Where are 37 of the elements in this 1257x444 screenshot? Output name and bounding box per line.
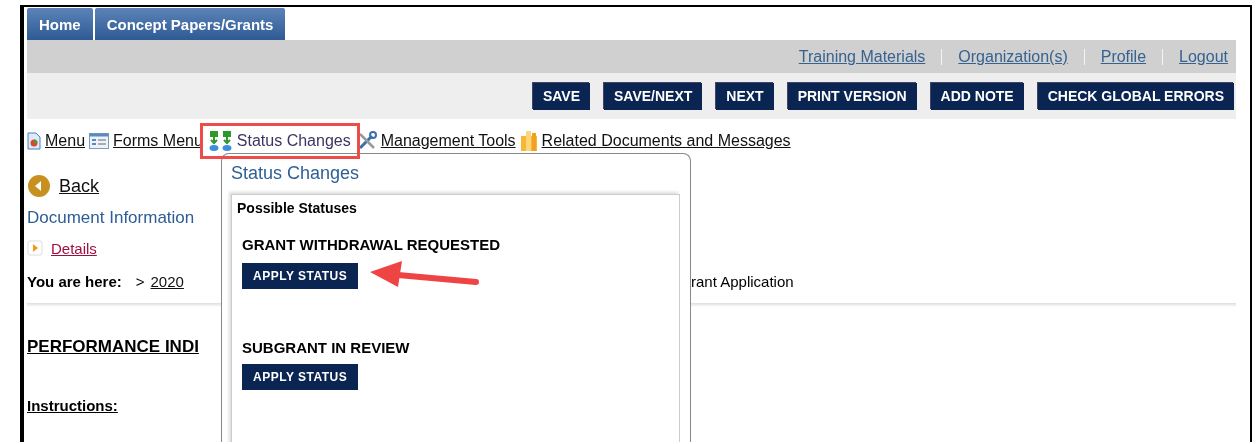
back-icon <box>27 174 51 198</box>
panel-heading: Possible Statuses <box>237 200 358 216</box>
action-button[interactable]: ADD NOTE <box>930 82 1024 110</box>
instructions-label: Instructions: <box>27 397 119 414</box>
flowchart-icon <box>208 130 233 152</box>
section-title: Document Information <box>27 208 195 228</box>
header-link[interactable]: Logout <box>1179 47 1228 66</box>
breadcrumb-label: You are here: <box>27 272 122 290</box>
back-link[interactable]: Back <box>59 175 100 197</box>
status-name: GRANT WITHDRAWAL REQUESTED <box>242 236 502 253</box>
breadcrumb-link[interactable]: 2020 <box>150 272 184 290</box>
header-link[interactable]: Training Materials <box>798 47 926 66</box>
document-icon <box>27 132 41 150</box>
status-name: SUBGRANT IN REVIEW <box>242 339 411 356</box>
expand-icon <box>27 240 43 256</box>
nav-tab[interactable]: Home <box>27 8 93 40</box>
action-button[interactable]: PRINT VERSION <box>787 82 917 110</box>
toolbar-link[interactable]: Status Changes <box>236 132 351 150</box>
action-button[interactable]: SAVE <box>532 82 590 110</box>
action-button[interactable]: CHECK GLOBAL ERRORS <box>1037 82 1234 110</box>
header-link[interactable]: Organization(s) <box>958 47 1068 66</box>
apply-status-button[interactable]: APPLY STATUS <box>242 263 359 289</box>
nav-tab[interactable]: Concept Papers/Grants <box>94 8 286 40</box>
action-button[interactable]: SAVE/NEXT <box>604 82 703 110</box>
apply-status-button[interactable]: APPLY STATUS <box>242 364 359 390</box>
form-icon <box>89 133 110 149</box>
toolbar-link[interactable]: Management Tools <box>380 132 516 150</box>
breadcrumb-separator: > <box>135 272 145 290</box>
page-heading: PERFORMANCE INDI <box>27 337 200 357</box>
details-link[interactable]: Details <box>51 239 97 257</box>
header-link[interactable]: Profile <box>1100 47 1147 66</box>
folder-icon <box>519 130 538 152</box>
breadcrumb-text: rant Application <box>691 272 794 290</box>
popup-title: Status Changes <box>231 163 361 184</box>
action-button[interactable]: NEXT <box>716 82 774 110</box>
toolbar-link[interactable]: Menu <box>45 132 86 150</box>
toolbar-link[interactable]: Related Documents and Messages <box>541 132 791 150</box>
